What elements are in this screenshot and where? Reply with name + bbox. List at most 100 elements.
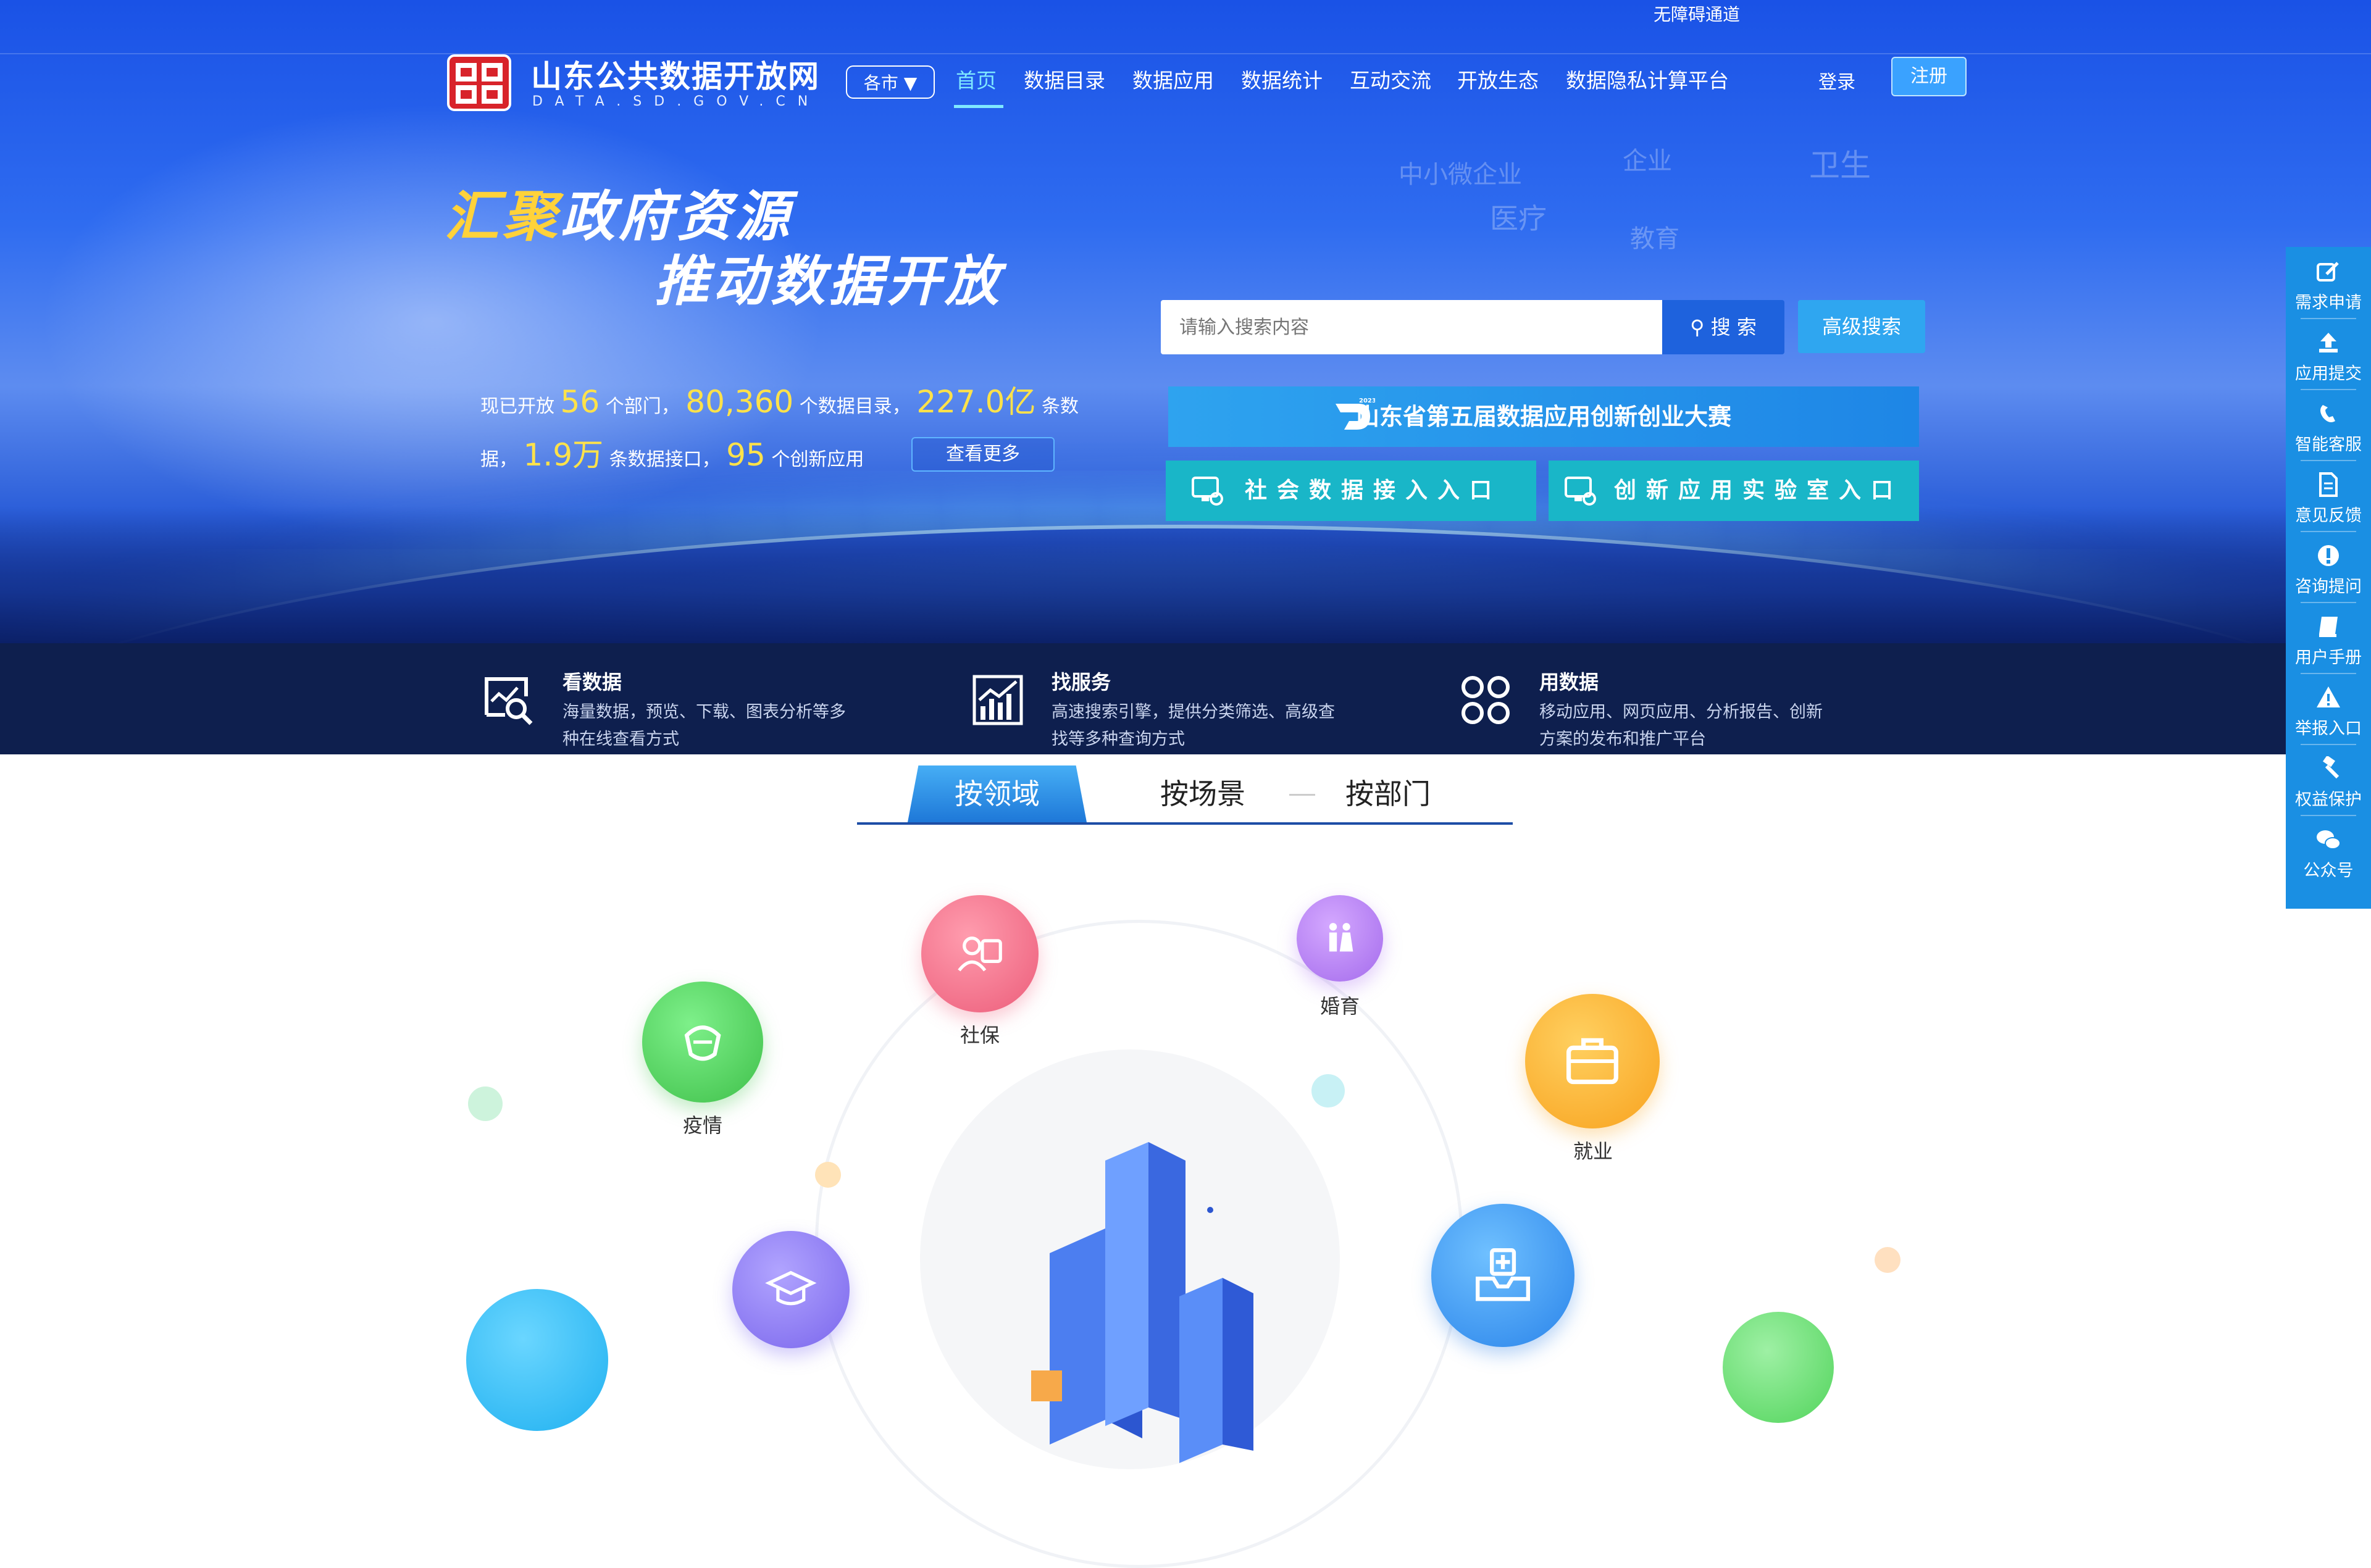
city-select-label: 各市 [863,73,898,93]
slogan-line-2: 推动数据开放 [654,249,1003,313]
map-word: 中小微企业 [1399,161,1522,189]
tab-by-domain[interactable]: 按领域 [908,765,1087,822]
rail-demand-request[interactable]: 需求申请 [2286,247,2371,318]
stat-apis-unit: 条数据接口， [609,449,721,470]
upload-icon [2319,333,2338,352]
search-icon: ⚲ [1690,315,1705,339]
advanced-search-button[interactable]: 高级搜索 [1798,300,1925,353]
rail-wechat-official[interactable]: 公众号 [2286,815,2371,886]
rail-label: 举报入口 [2295,719,2362,738]
view-more-button[interactable]: 查看更多 [911,437,1055,472]
magnifier-chart-icon [485,677,533,725]
stats-prefix: 现已开放 [480,396,554,417]
register-button[interactable]: 注册 [1891,57,1967,96]
city-skyline-glow [0,506,2371,643]
tab-divider [1289,794,1315,796]
rail-report[interactable]: 举报入口 [2286,673,2371,744]
domain-epidemic[interactable] [642,982,763,1103]
tab-by-department[interactable]: 按部门 [1314,765,1462,822]
login-link[interactable]: 登录 [1818,67,1855,94]
domain-label: 就业 [1573,1140,1613,1163]
nav-interaction[interactable]: 互动交流 [1350,64,1431,94]
social-data-entry-button[interactable]: 社会数据接入入口 [1166,461,1536,521]
rail-user-manual[interactable]: 用户手册 [2286,602,2371,673]
stat-catalogs-unit: 个数据目录， [799,396,911,417]
rail-label: 意见反馈 [2295,506,2362,525]
domain-label: 婚育 [1319,995,1360,1018]
gavel-icon [2323,756,2340,779]
domain-bubble-partial[interactable] [1723,1312,1834,1423]
family-icon [1329,923,1353,952]
phone-icon [2320,405,2335,422]
mask-icon [684,1025,721,1061]
domain-bubble-area: 疫情 社保 婚育 就业 [432,852,1939,1568]
stat-departments: 56 [560,384,600,420]
site-title[interactable]: 山东公共数据开放网 [531,52,820,96]
domain-social-security[interactable] [921,895,1039,1012]
header-divider [0,53,2371,54]
accessibility-link[interactable]: 无障碍通道 [1654,1,1740,26]
stat-apis: 1.9万 [523,437,604,473]
social-data-entry-label: 社会数据接入入口 [1245,478,1502,503]
rail-app-submit[interactable]: 应用提交 [2286,318,2371,389]
feature-desc: 高速搜索引擎，提供分类筛选、高级查找等多种查询方式 [1052,703,1335,749]
domain-employment[interactable] [1525,994,1660,1128]
feature-title: 找服务 [1052,670,1111,694]
site-domain: DATA.SD.GOV.CN [532,94,821,109]
rail-consult[interactable]: 咨询提问 [2286,531,2371,602]
domain-education[interactable] [732,1231,850,1348]
tab-by-scene[interactable]: 按场景 [1129,765,1277,822]
stat-records-unit: 条数 [1042,396,1079,417]
contest-logo-icon: 2023 [1336,398,1375,430]
nav-open-ecosystem[interactable]: 开放生态 [1457,64,1539,94]
contest-banner[interactable]: 2023 山东省第五届数据应用创新创业大赛 [1168,386,1919,447]
city-select-dropdown[interactable]: 各市 ▼ [846,65,935,99]
city-buildings-icon [1031,1142,1253,1463]
medical-kit-icon [1475,1248,1531,1301]
map-word: 企业 [1623,147,1672,175]
rail-feedback[interactable]: 意见反馈 [2286,460,2371,531]
search-input[interactable] [1161,300,1662,354]
innovation-lab-entry-button[interactable]: 创新应用实验室入口 [1549,461,1919,521]
rail-rights-protection[interactable]: 权益保护 [2286,744,2371,815]
chevron-down-icon: ▼ [903,73,918,93]
nav-data-apps[interactable]: 数据应用 [1132,64,1214,94]
rail-label: 咨询提问 [2295,577,2362,596]
monitor-icon [1565,477,1596,506]
slogan-highlight: 汇聚 [445,184,561,248]
stat-catalogs: 80,360 [685,384,794,420]
category-tabs: 按领域 按场景 按部门 [857,765,1513,825]
stat-records: 227.0亿 [916,384,1036,420]
domain-label: 疫情 [682,1114,722,1137]
decor-dot [1311,1074,1345,1107]
domain-medical[interactable] [1431,1204,1574,1347]
warning-icon [2317,686,2340,707]
decor-dot [1875,1247,1901,1273]
briefcase-icon [1566,1038,1618,1085]
nav-active-indicator [954,105,1003,108]
nav-data-catalog[interactable]: 数据目录 [1024,64,1105,94]
search-button-label: 搜 索 [1710,315,1757,339]
monitor-icon [1192,477,1223,506]
center-hub [920,1049,1340,1469]
domain-bubble-partial[interactable] [466,1289,608,1431]
site-logo-icon[interactable] [446,53,512,112]
feature-desc: 移动应用、网页应用、分析报告、创新方案的发布和推广平台 [1539,703,1823,749]
nav-data-stats[interactable]: 数据统计 [1241,64,1323,94]
book-icon [2319,617,2338,637]
domain-marriage-birth[interactable] [1297,895,1383,982]
document-icon [2319,472,2338,497]
domain-label: 社保 [960,1024,1000,1047]
rail-label: 需求申请 [2295,293,2362,312]
stat-apps-unit: 个创新应用 [771,449,864,470]
rail-smart-service[interactable]: 智能客服 [2286,389,2371,460]
rail-label: 公众号 [2303,861,2354,880]
map-word: 卫生 [1809,148,1871,183]
search-button[interactable]: ⚲ 搜 索 [1662,300,1784,354]
wechat-icon [2317,830,2341,849]
nav-privacy-computing[interactable]: 数据隐私计算平台 [1566,64,1729,94]
innovation-lab-entry-label: 创新应用实验室入口 [1614,478,1904,503]
edit-icon [2317,262,2339,281]
rail-label: 应用提交 [2295,364,2362,383]
nav-home[interactable]: 首页 [956,64,997,94]
